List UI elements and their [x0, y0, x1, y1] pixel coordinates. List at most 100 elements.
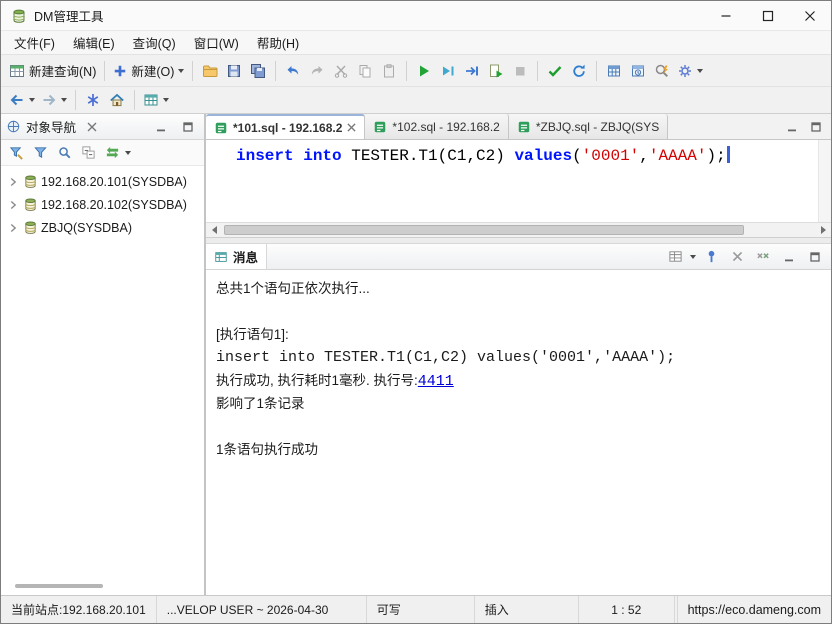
toolbar-separator [406, 61, 407, 81]
monitor-button[interactable] [626, 58, 650, 83]
maximize-editor-button[interactable] [805, 116, 827, 138]
chevron-down-icon [61, 98, 67, 102]
goto-icon [85, 92, 101, 108]
scroll-lock-button[interactable] [700, 246, 722, 268]
message-line-result: 执行成功, 执行耗时1毫秒. 执行号:4411 [216, 369, 831, 392]
execute-button[interactable] [412, 58, 436, 83]
view-menu-icon[interactable] [125, 151, 131, 155]
refresh-button[interactable] [567, 58, 591, 83]
explain-plan-button[interactable] [650, 58, 674, 83]
minimize-editor-button[interactable] [781, 116, 803, 138]
clear-console-button[interactable] [726, 246, 748, 268]
table-view-button[interactable] [140, 88, 172, 113]
link-editor-button[interactable] [101, 142, 123, 164]
editor-tab-101[interactable]: *101.sql - 192.168.2 [206, 114, 365, 139]
new-query-button[interactable]: 新建查询(N) [6, 58, 99, 83]
cut-button[interactable] [329, 58, 353, 83]
editor-vscrollbar[interactable] [818, 140, 831, 222]
forward-arrow-icon [41, 92, 57, 108]
tree-item-zbjq[interactable]: ZBJQ(SYSDBA) [1, 216, 204, 239]
scroll-left-icon[interactable] [206, 223, 222, 237]
expander-icon[interactable] [6, 198, 20, 212]
message-line-affected: 影响了1条记录 [216, 392, 831, 415]
forward-button[interactable] [38, 88, 70, 113]
hscrollbar-thumb[interactable] [224, 225, 744, 235]
stop-button[interactable] [508, 58, 532, 83]
redo-button[interactable] [305, 58, 329, 83]
toolbar-separator [596, 61, 597, 81]
tab-label: *ZBJQ.sql - ZBJQ(SYS [536, 120, 659, 134]
maximize-button[interactable] [747, 1, 789, 30]
sql-editor[interactable]: insert into TESTER.T1(C1,C2) values('000… [206, 140, 831, 222]
messages-tab[interactable]: 消息 [206, 244, 267, 269]
schedule-icon [606, 63, 622, 79]
check-icon [547, 63, 563, 79]
menu-edit[interactable]: 编辑(E) [64, 31, 124, 54]
editor-area: *101.sql - 192.168.2 *102.sql - 192.168.… [206, 114, 831, 595]
open-button[interactable] [198, 58, 222, 83]
window-title: DM管理工具 [34, 6, 103, 25]
home-button[interactable] [105, 88, 129, 113]
menu-help[interactable]: 帮助(H) [248, 31, 308, 54]
sidebar-toolbar [1, 140, 204, 166]
titlebar: DM管理工具 [1, 1, 831, 31]
back-button[interactable] [6, 88, 38, 113]
status-user: ...VELOP USER ~ 2026-04-30 [157, 596, 367, 623]
maximize-view-button[interactable] [177, 116, 199, 138]
tree-item-102[interactable]: 192.168.20.102(SYSDBA) [1, 193, 204, 216]
undo-button[interactable] [281, 58, 305, 83]
editor-tab-zbjq[interactable]: *ZBJQ.sql - ZBJQ(SYS [509, 114, 668, 139]
result-view-button[interactable] [664, 246, 686, 268]
minimize-view-button[interactable] [150, 116, 172, 138]
run-script-button[interactable] [484, 58, 508, 83]
filter-edit-button[interactable] [5, 142, 27, 164]
menu-window[interactable]: 窗口(W) [185, 31, 248, 54]
agent-jobs-button[interactable] [602, 58, 626, 83]
goto-object-button[interactable] [81, 88, 105, 113]
search-button[interactable] [53, 142, 75, 164]
minimize-button[interactable] [705, 1, 747, 30]
expander-icon[interactable] [6, 221, 20, 235]
tab-close-icon[interactable] [347, 123, 356, 132]
save-all-button[interactable] [246, 58, 270, 83]
run-icon [416, 63, 432, 79]
stop-icon [512, 63, 528, 79]
save-button[interactable] [222, 58, 246, 83]
toolbar-separator [537, 61, 538, 81]
paste-button[interactable] [377, 58, 401, 83]
object-tree: 192.168.20.101(SYSDBA) 192.168.20.102(SY… [1, 166, 204, 595]
editor-tab-102[interactable]: *102.sql - 192.168.2 [365, 114, 508, 139]
toolbar-separator [75, 90, 76, 110]
monitor-icon [630, 63, 646, 79]
chevron-down-icon[interactable] [690, 255, 696, 259]
messages-header: 消息 [206, 244, 831, 270]
tree-item-label: 192.168.20.102(SYSDBA) [41, 198, 187, 212]
collapse-all-button[interactable] [77, 142, 99, 164]
new-object-button[interactable]: 新建(O) [110, 58, 187, 83]
save-all-icon [250, 63, 266, 79]
tree-item-101[interactable]: 192.168.20.101(SYSDBA) [1, 170, 204, 193]
step-execute-button[interactable] [460, 58, 484, 83]
scroll-right-icon[interactable] [815, 223, 831, 237]
main-area: 对象导航 192.168.20.101(SYSDBA) [1, 113, 831, 595]
execute-current-button[interactable] [436, 58, 460, 83]
maximize-messages-button[interactable] [804, 246, 826, 268]
expander-icon[interactable] [6, 175, 20, 189]
close-button[interactable] [789, 1, 831, 30]
editor-hscrollbar[interactable] [206, 222, 831, 238]
options-button[interactable] [674, 58, 706, 83]
exec-no-link[interactable]: 4411 [418, 373, 454, 390]
new-query-icon [9, 63, 25, 79]
filter-button[interactable] [29, 142, 51, 164]
status-eco-link[interactable]: https://eco.dameng.com [677, 596, 831, 623]
check-syntax-button[interactable] [543, 58, 567, 83]
tree-hscrollbar-thumb[interactable] [15, 584, 103, 588]
sql-string: '0001' [582, 147, 640, 165]
menu-file[interactable]: 文件(F) [5, 31, 64, 54]
minimize-messages-button[interactable] [778, 246, 800, 268]
menu-query[interactable]: 查询(Q) [124, 31, 185, 54]
editor-tabbar: *101.sql - 192.168.2 *102.sql - 192.168.… [206, 114, 831, 140]
close-view-button[interactable] [81, 116, 103, 138]
remove-all-button[interactable] [752, 246, 774, 268]
copy-button[interactable] [353, 58, 377, 83]
